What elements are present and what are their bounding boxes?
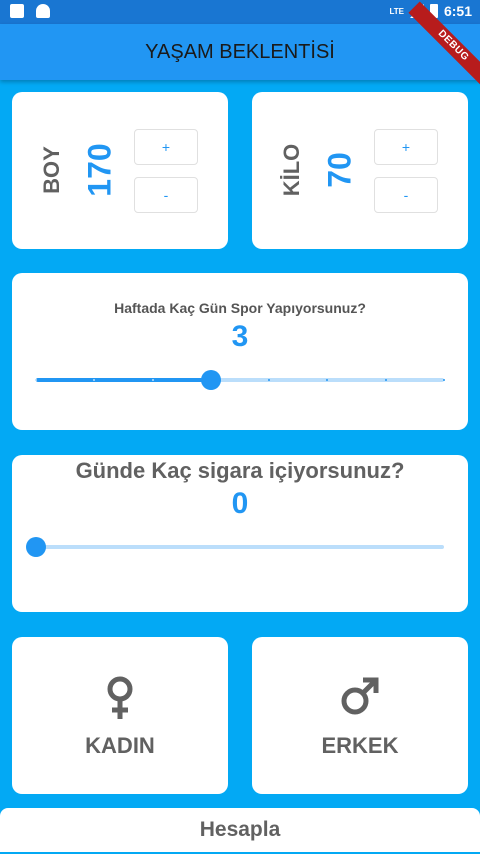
height-decrease-button[interactable]: - xyxy=(134,177,198,213)
cigarette-slider-thumb[interactable] xyxy=(26,537,46,557)
android-icon xyxy=(36,4,50,18)
female-label: KADIN xyxy=(85,733,155,758)
female-card[interactable]: KADIN xyxy=(12,637,228,794)
height-value: 170 xyxy=(81,143,118,197)
male-symbol-icon xyxy=(341,677,379,715)
exercise-slider-tick xyxy=(35,379,37,381)
height-label: BOY xyxy=(39,146,64,194)
exercise-slider-tick xyxy=(326,379,329,381)
exercise-slider-tick xyxy=(443,379,445,381)
female-symbol-icon xyxy=(107,676,133,719)
page-title: YAŞAM BEKLENTİSİ xyxy=(145,40,335,63)
exercise-slider-active-track xyxy=(36,378,211,382)
height-card: BOY 170 + - xyxy=(12,92,228,249)
weight-label: KİLO xyxy=(279,143,304,197)
calculate-button[interactable]: Hesapla xyxy=(0,808,480,852)
network-type: LTE xyxy=(389,6,404,16)
cigarette-slider[interactable] xyxy=(36,545,444,549)
cigarette-value: 0 xyxy=(231,487,249,520)
exercise-card: Haftada Kaç Gün Spor Yapıyorsunuz? 3 xyxy=(12,273,468,430)
app-bar: YAŞAM BEKLENTİSİ DEBUG xyxy=(0,1,480,91)
exercise-slider-tick xyxy=(151,379,154,381)
height-increase-button[interactable]: + xyxy=(134,129,198,165)
weight-decrease-button[interactable]: - xyxy=(374,177,438,213)
cigarette-card: Günde Kaç sigara içiyorsunuz? 0 xyxy=(12,455,468,612)
exercise-question: Haftada Kaç Gün Spor Yapıyorsunuz? xyxy=(114,300,366,316)
exercise-slider-tick xyxy=(268,379,271,381)
weight-value: 70 xyxy=(321,152,358,188)
weight-increase-button[interactable]: + xyxy=(374,129,438,165)
status-time: 6:51 xyxy=(443,3,472,19)
exercise-slider-thumb[interactable] xyxy=(200,370,221,390)
male-card[interactable]: ERKEK xyxy=(252,637,468,794)
exercise-slider[interactable] xyxy=(35,378,445,382)
cigarette-question: Günde Kaç sigara içiyorsunuz? xyxy=(75,458,405,483)
exercise-slider-tick xyxy=(384,379,387,381)
sd-card-icon xyxy=(10,4,24,18)
male-label: ERKEK xyxy=(321,733,399,758)
exercise-value: 3 xyxy=(231,320,249,353)
weight-card: KİLO 70 + - xyxy=(252,92,468,249)
